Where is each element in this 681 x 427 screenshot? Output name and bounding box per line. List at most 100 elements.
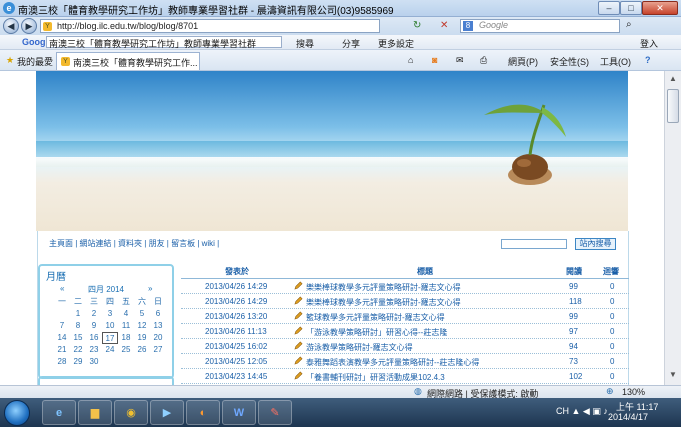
safety-menu[interactable]: 安全性(S) (550, 55, 589, 68)
calendar-day[interactable]: 19 (134, 332, 150, 344)
window-titlebar: e 南澳三校「體育教學研究工作坊」教師專業學習社群 - 晨濤資訊有限公司(03)… (0, 0, 681, 17)
table-row: 2013/04/26 14:29 樂樂棒球教學多元評量策略研討-羅志文心得 99… (181, 279, 629, 294)
article-replies: 0 (610, 372, 615, 381)
taskbar-media-icon[interactable]: ▶ (150, 400, 184, 425)
article-views: 102 (569, 372, 583, 381)
calendar-day[interactable]: 30 (86, 356, 102, 368)
calendar-day[interactable]: 14 (54, 332, 70, 344)
calendar-day[interactable]: 23 (86, 344, 102, 356)
article-title-link[interactable]: 游泳教學策略研討-羅志文心得 (306, 342, 413, 353)
calendar-day[interactable]: 3 (102, 308, 118, 320)
calendar-day[interactable]: 2 (86, 308, 102, 320)
article-date: 2013/04/26 11:13 (205, 327, 267, 336)
mail-icon[interactable]: ✉ (456, 55, 464, 66)
calendar-day[interactable]: 21 (54, 344, 70, 356)
calendar-day[interactable]: 6 (150, 308, 166, 320)
stop-button[interactable]: ✕ (440, 20, 448, 31)
calendar-day[interactable]: 1 (70, 308, 86, 320)
calendar-day[interactable]: 20 (150, 332, 166, 344)
search-input[interactable]: 8 Google (460, 19, 620, 33)
vertical-scrollbar[interactable]: ▲ ▼ (664, 71, 681, 385)
calendar-day[interactable] (102, 356, 118, 368)
more-settings-button[interactable]: 更多設定 (378, 37, 414, 50)
calendar-day-today[interactable]: 17 (102, 332, 118, 344)
calendar-day[interactable]: 12 (134, 320, 150, 332)
calendar-day[interactable]: 10 (102, 320, 118, 332)
google-toolbar: Google 南澳三校「體育教學研究工作坊」教師專業學習社群 搜尋 分享 更多設… (0, 35, 681, 50)
calendar-day[interactable]: 16 (86, 332, 102, 344)
taskbar-ie-icon[interactable]: e (42, 400, 76, 425)
rss-icon[interactable]: ◙ (432, 55, 437, 65)
site-search-input[interactable] (501, 239, 567, 249)
calendar-day[interactable] (118, 356, 134, 368)
calendar-day[interactable]: 7 (54, 320, 70, 332)
calendar-day[interactable]: 29 (70, 356, 86, 368)
scroll-down-icon[interactable]: ▼ (667, 369, 679, 381)
calendar-day[interactable]: 22 (70, 344, 86, 356)
article-title-link[interactable]: 泰雅舞蹈表演教學多元評量策略研討--莊志隆心得 (306, 357, 479, 368)
start-button[interactable] (4, 400, 30, 426)
star-icon[interactable]: ★ (6, 55, 14, 66)
calendar-day[interactable]: 15 (70, 332, 86, 344)
calendar-day[interactable] (54, 308, 70, 320)
weekday-label: 六 (138, 297, 146, 306)
maximize-button[interactable]: □ (620, 1, 642, 15)
favorites-button[interactable]: 我的最愛 (17, 55, 53, 68)
calendar-day[interactable]: 9 (86, 320, 102, 332)
calendar-day[interactable]: 27 (150, 344, 166, 356)
weekday-label: 一 (58, 297, 66, 306)
article-title-link[interactable]: 樂樂棒球教學多元評量策略研討-羅志文心得 (306, 282, 461, 293)
taskbar-paint-icon[interactable]: ✎ (258, 400, 292, 425)
scroll-up-icon[interactable]: ▲ (667, 73, 679, 85)
close-button[interactable]: ✕ (642, 1, 678, 15)
calendar-day[interactable] (150, 356, 166, 368)
article-title-link[interactable]: 籃球教學多元評量策略研討-羅志文心得 (306, 312, 445, 323)
taskbar-firefox-icon[interactable]: ◐ (186, 400, 220, 425)
calendar-next-button[interactable]: » (148, 284, 152, 293)
blog-nav-links[interactable]: 主頁面 | 網站連結 | 資料夾 | 朋友 | 留言板 | wiki | (49, 238, 219, 249)
search-magnifier-icon[interactable]: ⌕ (626, 19, 632, 30)
google-toolbar-input[interactable]: 南澳三校「體育教學研究工作坊」教師專業學習社群 (46, 36, 282, 49)
back-button[interactable]: ◀ (3, 18, 19, 34)
help-button[interactable]: ? (645, 55, 651, 65)
article-replies: 0 (610, 282, 615, 291)
scrollbar-thumb[interactable] (667, 89, 679, 123)
article-views: 99 (569, 312, 578, 321)
share-button[interactable]: 分享 (342, 37, 360, 50)
calendar-day[interactable]: 5 (134, 308, 150, 320)
login-button[interactable]: 登入 (640, 37, 658, 50)
taskbar-word-icon[interactable]: W (222, 400, 256, 425)
print-icon[interactable]: ⎙ (480, 55, 487, 66)
calendar-day[interactable]: 4 (118, 308, 134, 320)
page-menu[interactable]: 網頁(P) (508, 55, 538, 68)
google-search-button[interactable]: 搜尋 (296, 37, 314, 50)
article-table-header: 發表於 標題 閱讀 迴響 (181, 265, 629, 279)
forward-button[interactable]: ▶ (21, 18, 37, 34)
minimize-button[interactable]: – (598, 1, 620, 15)
tools-menu[interactable]: 工具(O) (600, 55, 631, 68)
calendar-day[interactable] (134, 356, 150, 368)
zoom-level[interactable]: 130% (622, 387, 645, 397)
taskbar-chrome-icon[interactable]: ◉ (114, 400, 148, 425)
calendar-day[interactable]: 8 (70, 320, 86, 332)
calendar-day[interactable]: 24 (102, 344, 118, 356)
calendar-day[interactable]: 28 (54, 356, 70, 368)
tab-current[interactable]: Y 南澳三校「體育教學研究工作... (56, 52, 200, 70)
clock-date[interactable]: 2014/4/17 (608, 412, 648, 422)
calendar-day[interactable]: 13 (150, 320, 166, 332)
calendar-day[interactable]: 11 (118, 320, 134, 332)
taskbar-explorer-icon[interactable]: ▆ (78, 400, 112, 425)
home-icon[interactable]: ⌂ (408, 55, 413, 65)
site-search-button[interactable]: 站內搜尋 (575, 238, 616, 250)
calendar-day[interactable]: 26 (134, 344, 150, 356)
system-tray[interactable]: CH ▲ ◀ ▣ ♪ (556, 406, 608, 417)
article-date: 2013/04/26 14:29 (205, 282, 268, 291)
calendar-day[interactable]: 18 (118, 332, 134, 344)
article-title-link[interactable]: 「游泳教學策略研討」研習心得--莊志隆 (306, 327, 447, 338)
address-input[interactable]: Y http://blog.ilc.edu.tw/blog/blog/8701 (40, 19, 380, 33)
article-title-link[interactable]: 「養書輔刊研討」研習活動成果102.4.3 (306, 372, 445, 383)
refresh-button[interactable]: ↻ (413, 20, 421, 31)
article-title-link[interactable]: 樂樂棒球教學多元評量策略研討-羅志文心得 (306, 297, 461, 308)
calendar-day[interactable]: 25 (118, 344, 134, 356)
table-row: 2013/04/26 13:20 籃球教學多元評量策略研討-羅志文心得 99 0 (181, 309, 629, 324)
